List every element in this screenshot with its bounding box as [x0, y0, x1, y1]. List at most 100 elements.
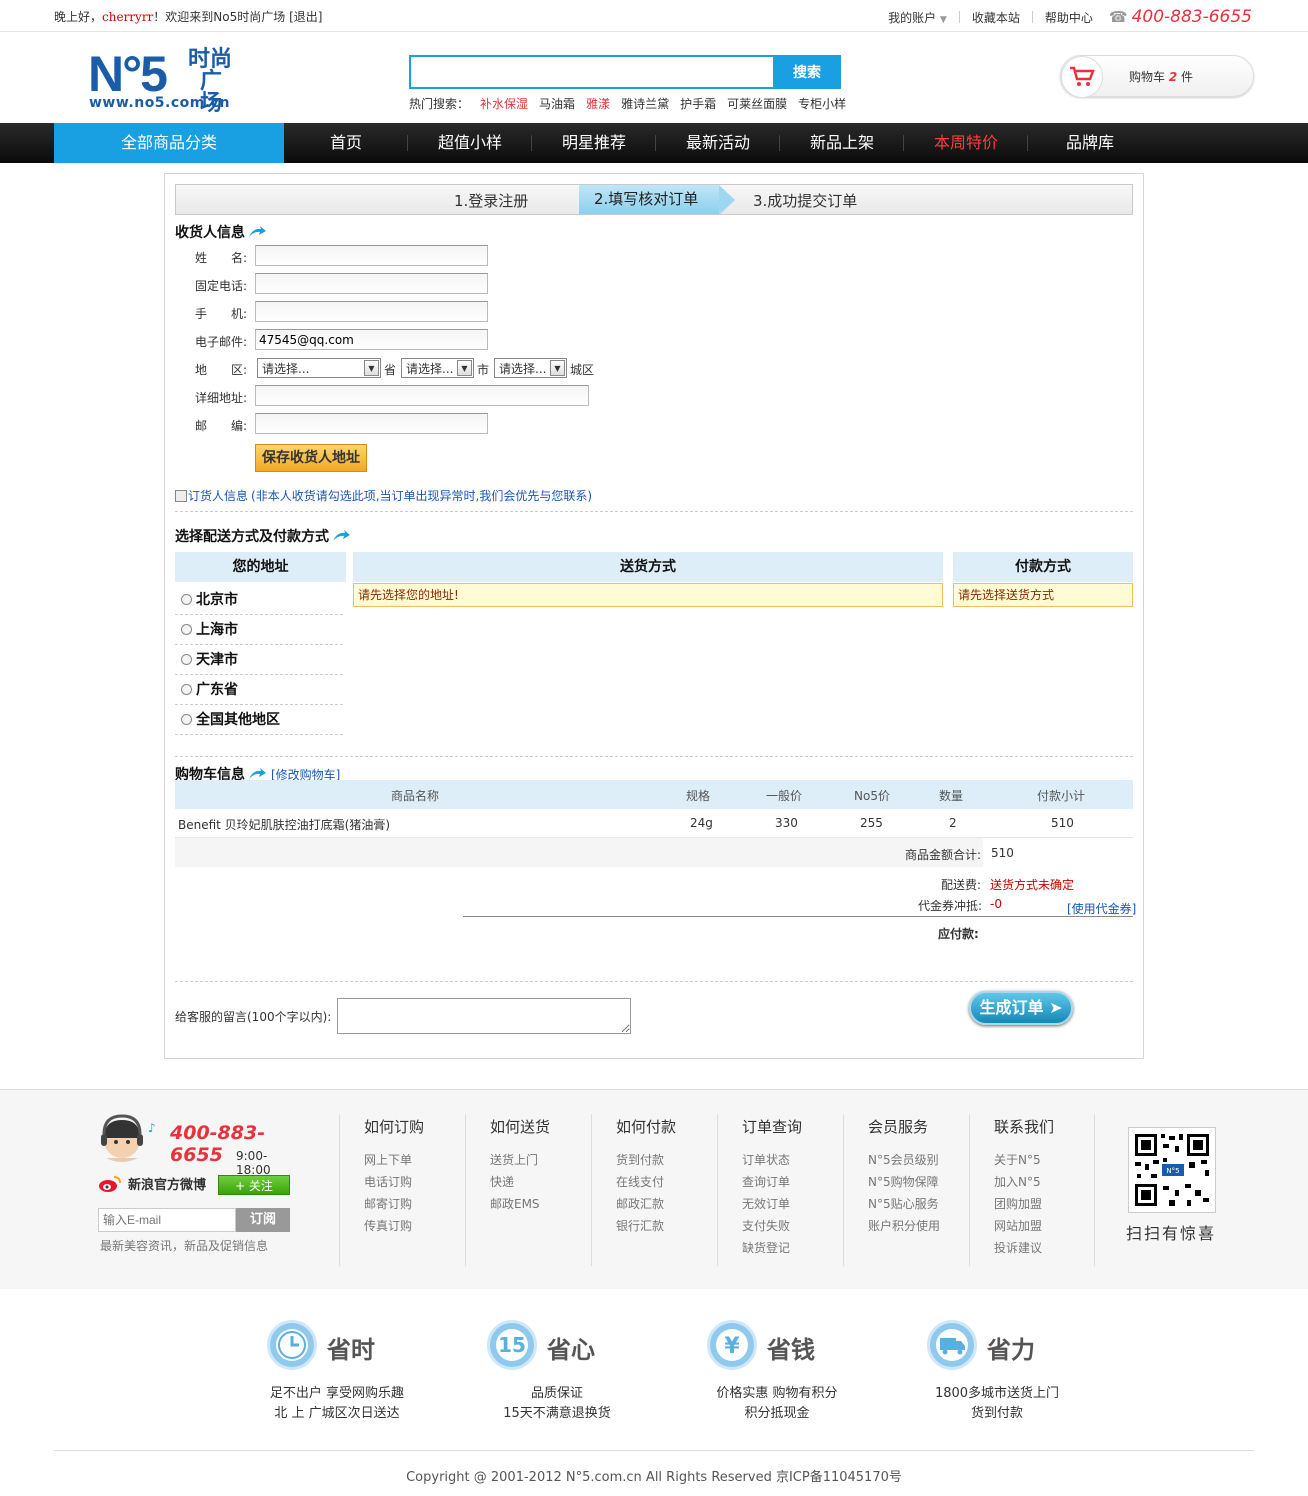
footer-link[interactable]: 邮政汇款 [616, 1195, 717, 1217]
footer-link[interactable]: 团购加盟 [994, 1195, 1095, 1217]
region-option[interactable]: 上海市 [175, 615, 343, 645]
search-button[interactable]: 搜索 [773, 55, 841, 89]
nav-item[interactable]: 新品上架 [780, 123, 904, 163]
top-links: 我的账户 ▼ 收藏本站 帮助中心 ☎ 400-883-6655 [888, 7, 1252, 27]
hot-search-link[interactable]: 雅漾 [586, 95, 610, 112]
district-select[interactable]: 请选择... ▼ [494, 358, 567, 378]
message-field[interactable] [337, 998, 631, 1034]
address-field[interactable] [255, 385, 589, 406]
footer-link[interactable]: 网上下单 [364, 1151, 465, 1173]
footer-column-title: 联系我们 [994, 1118, 1055, 1136]
nav-item[interactable]: 超值小样 [408, 123, 532, 163]
region-option[interactable]: 全国其他地区 [175, 705, 343, 735]
zip-label: 邮 编: [195, 419, 248, 433]
cart-table-header: 商品名称 规格 一般价 No5价 数量 付款小计 [175, 780, 1133, 809]
product-name[interactable]: Benefit 贝玲妃肌肤控油打底霜(猪油膏) [178, 816, 390, 833]
footer-link[interactable]: 订单状态 [742, 1151, 843, 1173]
step-arrow [719, 185, 735, 215]
save-address-button[interactable]: 保存收货人地址 [255, 444, 367, 472]
hot-search-link[interactable]: 护手霜 [680, 95, 716, 112]
help-link[interactable]: 帮助中心 [1045, 9, 1093, 26]
hot-search-link[interactable]: 雅诗兰黛 [621, 95, 669, 112]
product-price: 330 [775, 816, 798, 830]
region-option[interactable]: 广东省 [175, 675, 343, 705]
footer-link[interactable]: 支付失败 [742, 1217, 843, 1239]
footer-link[interactable]: 账户积分使用 [868, 1217, 969, 1239]
checkout-steps: 1.登录注册 2.填写核对订单 3.成功提交订单 [175, 184, 1133, 215]
region-option[interactable]: 北京市 [175, 585, 343, 615]
mobile-field[interactable] [255, 301, 488, 322]
nav-item[interactable]: 首页 [284, 123, 408, 163]
radio-button[interactable] [181, 684, 192, 695]
hot-search-link[interactable]: 可莱丝面膜 [727, 95, 787, 112]
email-subscribe-input[interactable] [98, 1208, 236, 1232]
all-categories[interactable]: 全部商品分类 [54, 123, 284, 163]
footer-link[interactable]: 网站加盟 [994, 1217, 1095, 1239]
username[interactable]: cherryrr [102, 10, 153, 24]
footer-link[interactable]: 电话订购 [364, 1173, 465, 1195]
cart-button[interactable]: 购物车 2 件 [1060, 55, 1254, 98]
radio-button[interactable] [181, 714, 192, 725]
nav-item[interactable]: 品牌库 [1028, 123, 1152, 163]
hot-search-link[interactable]: 专柜小样 [798, 95, 846, 112]
city-unit: 市 [477, 363, 490, 377]
city-select[interactable]: 请选择... ▼ [401, 358, 474, 378]
subscribe-tip: 最新美容资讯，新品及促销信息 [100, 1239, 269, 1253]
search-input[interactable] [409, 55, 773, 89]
radio-button[interactable] [181, 594, 192, 605]
follow-button[interactable]: + 关注 [218, 1175, 290, 1195]
total-label: 商品金额合计: [905, 848, 982, 862]
feature-title: 省力 [987, 1336, 1035, 1364]
footer-link[interactable]: N°5会员级别 [868, 1151, 969, 1173]
email-field[interactable] [255, 329, 488, 350]
hotline: 400-883-6655 [1131, 7, 1252, 27]
region-label: 天津市 [196, 652, 238, 668]
zip-field[interactable] [255, 413, 488, 434]
logo-mark: N°5 [88, 46, 168, 102]
footer-link[interactable]: 货到付款 [616, 1151, 717, 1173]
footer-link[interactable]: 关于N°5 [994, 1151, 1095, 1173]
nav-item[interactable]: 本周特价 [904, 123, 1028, 163]
footer-link[interactable]: 投诉建议 [994, 1239, 1095, 1261]
table-row: Benefit 贝玲妃肌肤控油打底霜(猪油膏) 24g 330 255 2 51… [175, 809, 1133, 838]
footer-link[interactable]: 无效订单 [742, 1195, 843, 1217]
footer-link[interactable]: 缺货登记 [742, 1239, 843, 1261]
logout-link[interactable]: [退出] [289, 10, 322, 24]
footer-link[interactable]: 邮寄订购 [364, 1195, 465, 1217]
province-select[interactable]: 请选择... ▼ [257, 358, 381, 378]
radio-button[interactable] [181, 654, 192, 665]
footer-link[interactable]: 银行汇款 [616, 1217, 717, 1239]
subscribe-button[interactable]: 订阅 [236, 1208, 290, 1232]
nav-item[interactable]: 最新活动 [656, 123, 780, 163]
qr-code: N°5 [1128, 1127, 1216, 1213]
tel-field[interactable] [255, 273, 488, 294]
hot-search-link[interactable]: 补水保湿 [480, 95, 528, 112]
footer-column: 会员服务 N°5会员级别 N°5购物保障 N°5贴心服务 账户积分使用 [843, 1114, 969, 1266]
site-logo[interactable]: N°5 时尚 广场 www.no5.com.cn [88, 46, 248, 115]
orderer-checkbox[interactable] [175, 489, 187, 502]
footer-link[interactable]: 快递 [490, 1173, 591, 1195]
greeting-prefix: 晚上好， [54, 10, 103, 24]
footer-column: 联系我们关于N°5 加入N°5 团购加盟 网站加盟 投诉建议 [969, 1114, 1095, 1266]
footer-link[interactable]: 传真订购 [364, 1217, 465, 1239]
service-hours: 9:00-18:00 [236, 1149, 271, 1177]
footer-link[interactable]: 加入N°5 [994, 1173, 1095, 1195]
footer-link[interactable]: N°5贴心服务 [868, 1195, 969, 1217]
footer-link[interactable]: 邮政EMS [490, 1195, 591, 1217]
footer-link[interactable]: 在线支付 [616, 1173, 717, 1195]
footer-link[interactable]: N°5购物保障 [868, 1173, 969, 1195]
radio-button[interactable] [181, 624, 192, 635]
footer-link[interactable]: 送货上门 [490, 1151, 591, 1173]
hot-search-link[interactable]: 马油霜 [539, 95, 575, 112]
coupon-label: 代金券冲抵: [918, 899, 983, 913]
footer-link[interactable]: 查询订单 [742, 1173, 843, 1195]
feature-line: 货到付款 [970, 1406, 1023, 1421]
region-option[interactable]: 天津市 [175, 645, 343, 675]
submit-order-button[interactable]: 生成订单 ➤ [969, 991, 1073, 1025]
use-coupon-link[interactable]: [使用代金券] [1067, 900, 1136, 917]
bookmark-link[interactable]: 收藏本站 [972, 9, 1020, 26]
name-field[interactable] [255, 245, 488, 266]
step-submit: 3.成功提交订单 [753, 192, 858, 210]
nav-item[interactable]: 明星推荐 [532, 123, 656, 163]
my-account-link[interactable]: 我的账户 ▼ [888, 9, 947, 26]
